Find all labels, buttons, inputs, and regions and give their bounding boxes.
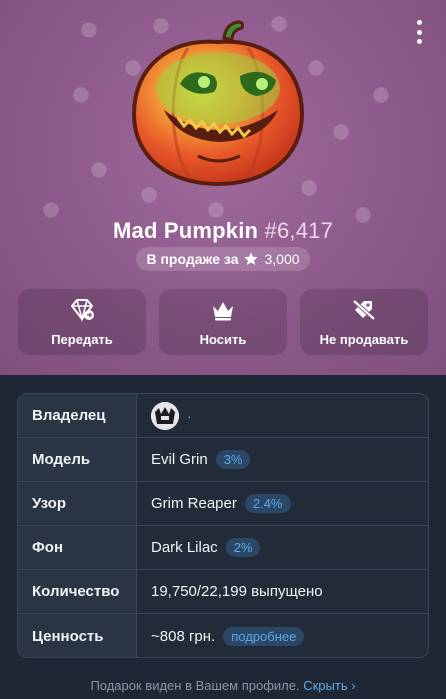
skull-pattern-icon bbox=[81, 22, 97, 38]
background-rarity-badge[interactable]: 2% bbox=[225, 538, 261, 557]
table-row-quantity: Количество 19,750/22,199 выпущено bbox=[18, 570, 428, 614]
skull-pattern-icon bbox=[373, 87, 389, 103]
owner-name[interactable]: · bbox=[187, 408, 192, 424]
skull-pattern-icon bbox=[73, 87, 89, 103]
gem-transfer-icon bbox=[71, 298, 94, 322]
value-label: Ценность bbox=[18, 614, 137, 657]
model-label: Модель bbox=[18, 438, 137, 481]
model-value: Evil Grin bbox=[151, 451, 208, 468]
gift-details-table: Владелец · Модель Evil Grin 3% Узор Grim… bbox=[17, 393, 429, 658]
owner-avatar-image bbox=[151, 401, 179, 430]
skull-pattern-icon bbox=[91, 162, 107, 178]
owner-cell[interactable]: · bbox=[137, 394, 428, 437]
pattern-rarity-badge[interactable]: 2.4% bbox=[244, 494, 291, 513]
skull-pattern-icon bbox=[333, 124, 349, 140]
value-more-link[interactable]: подробнее bbox=[223, 626, 305, 646]
unlist-tag-icon bbox=[352, 299, 376, 320]
wear-button[interactable]: Носить bbox=[159, 289, 287, 355]
sale-status-badge: В продаже за 3,000 bbox=[136, 247, 310, 271]
gift-actions: Передать Носить Не продавать bbox=[18, 289, 428, 355]
quantity-label: Количество bbox=[18, 570, 137, 613]
table-row-value: Ценность ~808 грн. подробнее bbox=[18, 614, 428, 657]
gift-hero: Mad Pumpkin #6,417 В продаже за 3,000 Пе… bbox=[0, 0, 446, 375]
dot-icon bbox=[416, 39, 422, 44]
gift-number: #6,417 bbox=[264, 218, 334, 243]
table-row-pattern: Узор Grim Reaper 2.4% bbox=[18, 482, 428, 526]
gift-name: Mad Pumpkin bbox=[112, 218, 259, 243]
dot-icon bbox=[416, 29, 422, 35]
transfer-label: Передать bbox=[51, 331, 113, 347]
unlist-label: Не продавать bbox=[319, 331, 409, 347]
pattern-value: Grim Reaper bbox=[151, 495, 237, 512]
star-icon bbox=[244, 252, 259, 265]
gift-title: Mad Pumpkin #6,417 bbox=[0, 218, 446, 244]
dot-icon bbox=[416, 20, 422, 25]
profile-visibility-note: Подарок виден в Вашем профиле. Скрыть › bbox=[0, 678, 446, 693]
sale-label: В продаже за bbox=[146, 251, 239, 267]
skull-pattern-icon bbox=[308, 60, 324, 76]
table-row-owner: Владелец · bbox=[18, 394, 428, 438]
table-row-background: Фон Dark Lilac 2% bbox=[18, 526, 428, 570]
pattern-label: Узор bbox=[18, 482, 137, 525]
value-amount: ~808 грн. bbox=[151, 627, 216, 645]
more-menu-button[interactable] bbox=[414, 20, 424, 44]
model-rarity-badge[interactable]: 3% bbox=[215, 450, 251, 469]
sale-price: 3,000 bbox=[264, 251, 300, 267]
transfer-button[interactable]: Передать bbox=[18, 289, 146, 355]
table-row-model: Модель Evil Grin 3% bbox=[18, 438, 428, 482]
wear-label: Носить bbox=[199, 331, 247, 347]
mad-pumpkin-gift-image bbox=[131, 20, 305, 187]
hide-link[interactable]: Скрыть › bbox=[303, 678, 355, 693]
background-value: Dark Lilac bbox=[151, 539, 218, 556]
avatar[interactable] bbox=[151, 401, 179, 430]
quantity-value: 19,750/22,199 выпущено bbox=[151, 583, 323, 600]
owner-label: Владелец bbox=[18, 394, 137, 437]
crown-icon bbox=[213, 301, 233, 320]
unlist-button[interactable]: Не продавать bbox=[300, 289, 428, 355]
footer-text: Подарок виден в Вашем профиле. bbox=[90, 678, 300, 693]
background-label: Фон bbox=[18, 526, 137, 569]
